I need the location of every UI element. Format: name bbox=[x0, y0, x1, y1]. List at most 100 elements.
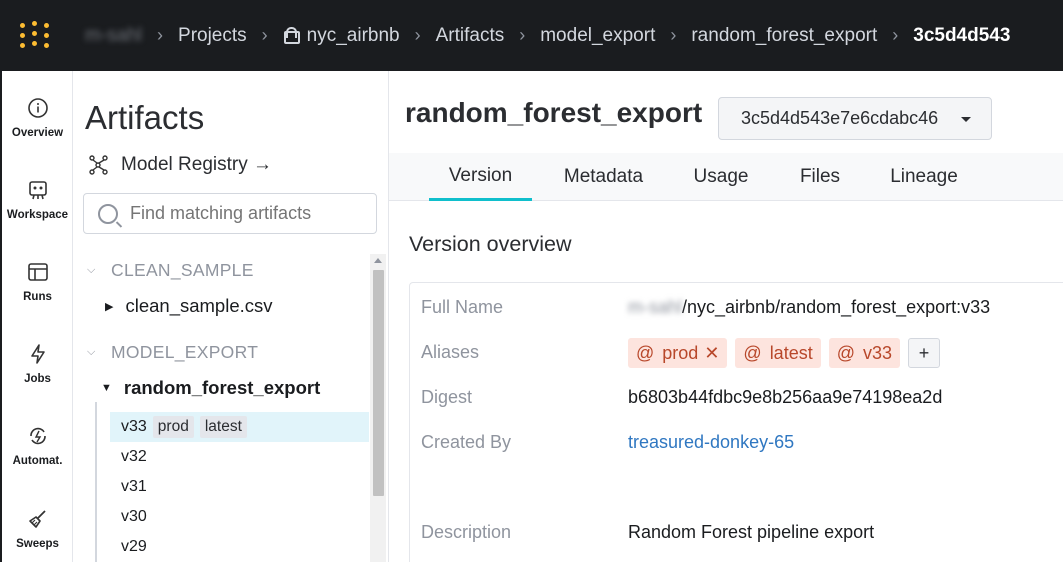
nav-label: Sweeps bbox=[16, 538, 59, 550]
search-input[interactable] bbox=[130, 203, 360, 224]
add-alias-button[interactable]: + bbox=[908, 338, 941, 368]
chevron-right-icon: › bbox=[519, 25, 526, 45]
caret-down-icon: ▼ bbox=[101, 382, 112, 394]
tree-guide-line bbox=[95, 402, 97, 562]
version-select-value: 3c5d4d543e7e6cdabc46 bbox=[741, 108, 939, 128]
chevron-right-icon: › bbox=[670, 25, 677, 45]
nav-overview[interactable]: Overview bbox=[2, 97, 73, 139]
digest-value: b6803b44fdbc9e8b256aa9e74198ea2d bbox=[628, 387, 943, 407]
tree-item-random-forest-export[interactable]: ▼ random_forest_export bbox=[101, 377, 320, 399]
breadcrumb-artifact[interactable]: random_forest_export bbox=[691, 25, 877, 47]
version-label: v33 bbox=[121, 418, 147, 435]
model-registry-label: Model Registry → bbox=[121, 154, 272, 175]
breadcrumb-type[interactable]: model_export bbox=[540, 25, 655, 47]
nav-runs[interactable]: Runs bbox=[2, 261, 73, 303]
description-value[interactable]: Random Forest pipeline export bbox=[628, 522, 874, 543]
version-item-v32[interactable]: v32 bbox=[110, 442, 369, 472]
nav-jobs[interactable]: Jobs bbox=[2, 343, 73, 385]
section-title: Version overview bbox=[409, 232, 572, 256]
version-label: v32 bbox=[121, 448, 147, 465]
tree-item-label: random_forest_export bbox=[123, 377, 321, 398]
alias-label: prod bbox=[662, 342, 699, 363]
full-name-path: /nyc_airbnb/random_forest_export:v33 bbox=[682, 297, 991, 317]
workspace-icon bbox=[28, 181, 47, 200]
tab-version[interactable]: Version bbox=[429, 153, 532, 201]
artifacts-sidebar: Artifacts Model Registry → ⌵ CLEAN_SAMPL… bbox=[73, 71, 389, 562]
at-icon: @ bbox=[836, 342, 855, 363]
version-label: v31 bbox=[121, 478, 147, 495]
tab-files[interactable]: Files bbox=[785, 153, 855, 201]
alias-tag-latest[interactable]: @ latest bbox=[735, 338, 821, 368]
scroll-up-arrow[interactable] bbox=[374, 258, 382, 263]
chevron-down-icon: ⌵ bbox=[87, 346, 96, 358]
scrollbar-thumb[interactable] bbox=[373, 270, 384, 496]
nav-label: Automat. bbox=[12, 455, 63, 467]
version-label: v29 bbox=[121, 538, 147, 555]
section-model-export[interactable]: ⌵ MODEL_EXPORT bbox=[87, 342, 258, 363]
section-label: MODEL_EXPORT bbox=[111, 342, 259, 362]
breadcrumb-projects[interactable]: Projects bbox=[178, 25, 247, 47]
full-name-label: Full Name bbox=[421, 297, 504, 317]
nav-label: Overview bbox=[11, 127, 64, 139]
left-nav: Overview Workspace Runs Jobs Automat. Sw… bbox=[0, 71, 73, 562]
table-icon bbox=[27, 263, 48, 281]
chevron-right-icon: › bbox=[157, 25, 164, 45]
version-item-v31[interactable]: v31 bbox=[110, 472, 369, 502]
chevron-down-icon: ⌵ bbox=[87, 264, 96, 276]
main-panel: random_forest_export 3c5d4d543e7e6cdabc4… bbox=[389, 71, 1063, 562]
breadcrumb-artifacts[interactable]: Artifacts bbox=[436, 25, 505, 47]
version-item-v29[interactable]: v29 bbox=[110, 532, 369, 562]
sidebar-scrollbar[interactable] bbox=[370, 254, 386, 562]
version-tag: latest bbox=[199, 416, 247, 438]
version-overview-card: Full Name m-sahl/nyc_airbnb/random_fores… bbox=[409, 282, 1063, 562]
tab-metadata[interactable]: Metadata bbox=[552, 153, 655, 201]
alias-tag-v33[interactable]: @ v33 bbox=[828, 338, 901, 368]
alias-label: latest bbox=[769, 342, 813, 363]
lightning-icon bbox=[30, 344, 45, 364]
breadcrumb: m-sahl › Projects › nyc_airbnb › Artifac… bbox=[85, 0, 1010, 71]
nav-sweeps[interactable]: Sweeps bbox=[2, 508, 73, 550]
version-item-v33[interactable]: v33 prod latest bbox=[110, 412, 369, 442]
caret-down-icon bbox=[961, 117, 971, 122]
tab-usage[interactable]: Usage bbox=[681, 153, 761, 201]
nav-label: Runs bbox=[23, 291, 52, 303]
tab-bar: Version Metadata Usage Files Lineage bbox=[389, 153, 1063, 201]
version-select[interactable]: 3c5d4d543e7e6cdabc46 bbox=[718, 97, 992, 140]
breadcrumb-version: 3c5d4d543 bbox=[913, 24, 1011, 46]
wandb-logo[interactable] bbox=[18, 21, 52, 51]
info-icon bbox=[27, 98, 48, 118]
automation-icon bbox=[29, 427, 46, 445]
version-item-v30[interactable]: v30 bbox=[110, 502, 369, 532]
nav-automations[interactable]: Automat. bbox=[2, 425, 73, 467]
at-icon: @ bbox=[743, 342, 762, 363]
artifact-search[interactable] bbox=[83, 193, 377, 234]
breadcrumb-project-label: nyc_airbnb bbox=[306, 24, 400, 46]
sidebar-title: Artifacts bbox=[85, 99, 205, 136]
nav-label: Jobs bbox=[24, 373, 51, 385]
search-icon bbox=[98, 203, 118, 224]
version-tag: prod bbox=[152, 416, 194, 438]
artifact-tree: ⌵ CLEAN_SAMPLE ▶ clean_sample.csv ⌵ MODE… bbox=[73, 254, 369, 562]
close-icon[interactable]: ✕ bbox=[704, 343, 719, 364]
created-by-link[interactable]: treasured-donkey-65 bbox=[628, 432, 794, 453]
registry-icon bbox=[89, 155, 108, 175]
description-label: Description bbox=[421, 522, 512, 542]
version-label: v30 bbox=[121, 508, 147, 525]
section-clean-sample[interactable]: ⌵ CLEAN_SAMPLE bbox=[87, 260, 254, 281]
full-name-user: m-sahl bbox=[628, 297, 683, 317]
nav-workspace[interactable]: Workspace bbox=[2, 179, 73, 221]
full-name-value: m-sahl/nyc_airbnb/random_forest_export:v… bbox=[628, 297, 990, 318]
breadcrumb-project[interactable]: nyc_airbnb bbox=[283, 25, 400, 47]
tab-lineage[interactable]: Lineage bbox=[879, 153, 969, 201]
nav-label: Workspace bbox=[6, 209, 69, 221]
alias-tag-prod[interactable]: @ prod ✕ bbox=[628, 338, 728, 368]
section-label: CLEAN_SAMPLE bbox=[111, 260, 254, 280]
breadcrumb-user[interactable]: m-sahl bbox=[85, 25, 142, 47]
aliases-list: @ prod ✕ @ latest @ v33 + bbox=[628, 338, 941, 368]
tree-item-clean-sample[interactable]: ▶ clean_sample.csv bbox=[105, 295, 273, 317]
tree-item-label: clean_sample.csv bbox=[125, 295, 273, 316]
chevron-right-icon: › bbox=[261, 25, 268, 45]
model-registry-link[interactable]: Model Registry → bbox=[87, 154, 272, 176]
chevron-right-icon: › bbox=[414, 25, 421, 45]
broom-icon bbox=[28, 510, 46, 528]
